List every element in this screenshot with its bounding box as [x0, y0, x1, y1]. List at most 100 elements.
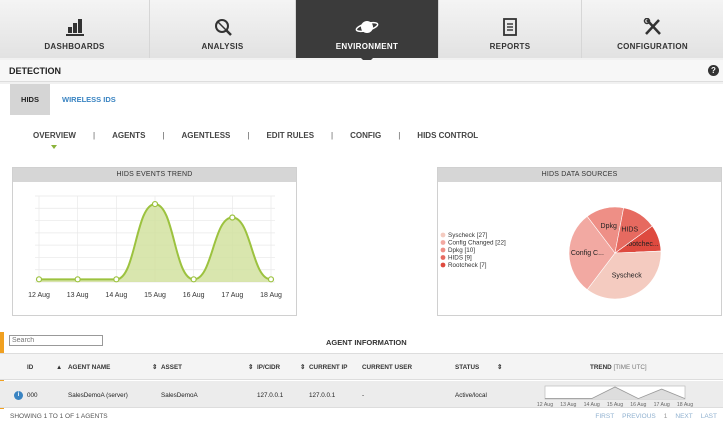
nav-dashboards[interactable]: DASHBOARDS: [0, 0, 150, 58]
nav-label: CONFIGURATION: [617, 42, 688, 51]
sort-icon[interactable]: ⇕: [152, 364, 157, 371]
trend-sparkline: 12 Aug 13 Aug 14 Aug 15 Aug 16 Aug 17 Aug 18 A…: [537, 385, 693, 407]
legend-entry: Syscheck [27]: [448, 232, 487, 239]
nav-environment[interactable]: ENVIRONMENT: [296, 0, 439, 64]
legend-swatch: [440, 255, 446, 260]
legend-entry: HIDS [9]: [448, 255, 472, 262]
legend-swatch: [440, 232, 446, 238]
legend-entry: Dpkg [10]: [448, 247, 475, 254]
pagination: FIRST PREVIOUS 1 NEXT LAST: [595, 413, 717, 420]
planet-icon: [355, 21, 379, 33]
col-trend: TREND [TIME UTC]: [590, 364, 647, 371]
pager-previous[interactable]: PREVIOUS: [622, 413, 656, 420]
sort-icon[interactable]: ▲: [56, 364, 62, 371]
pager-next[interactable]: NEXT: [675, 413, 692, 420]
nav-label: ENVIRONMENT: [335, 42, 399, 51]
trend-point: [190, 276, 197, 283]
hids-nav-agentless[interactable]: AGENTLESS: [181, 131, 230, 140]
nav-configuration[interactable]: CONFIGURATION: [582, 0, 723, 58]
slice-label: Syscheck: [612, 272, 642, 279]
page-title: DETECTION: [9, 66, 62, 76]
cell-asset: SalesDemoA: [161, 392, 198, 399]
hids-nav-agents[interactable]: AGENTS: [112, 131, 145, 140]
x-tick-label: 15 Aug: [144, 292, 166, 299]
pager-page[interactable]: 1: [664, 413, 668, 420]
col-current-user[interactable]: CURRENT USER: [362, 364, 412, 371]
cell-status: Active/local: [455, 392, 487, 399]
nav-analysis[interactable]: ANALYSIS: [150, 0, 296, 58]
magnifier-icon: [214, 19, 232, 36]
bar-chart-icon: [65, 19, 84, 36]
x-tick-label: 13 Aug: [67, 292, 89, 299]
top-navigation: DASHBOARDS ANALYSIS ENVIRONMENT REPORTS: [0, 0, 723, 64]
search-input[interactable]: [9, 335, 103, 346]
cell-current-ip: 127.0.0.1: [309, 392, 336, 399]
separator: |: [398, 131, 401, 140]
subtabs: HIDS WIRELESS IDS: [0, 84, 723, 115]
agent-info-title: AGENT INFORMATION: [326, 338, 407, 347]
help-icon[interactable]: ?: [708, 65, 719, 76]
cell-agent-name: SalesDemoA (server): [68, 392, 128, 399]
hids-nav-edit-rules[interactable]: EDIT RULES: [266, 131, 314, 140]
separator: |: [92, 131, 96, 140]
separator: |: [162, 131, 165, 140]
x-tick-label: 14 Aug: [105, 292, 127, 299]
hids-nav-overview[interactable]: OVERVIEW: [33, 131, 76, 149]
tab-wireless-ids[interactable]: WIRELESS IDS: [62, 84, 116, 115]
col-status[interactable]: STATUS: [455, 364, 479, 371]
slice-label: Config C...: [571, 250, 604, 257]
trend-point: [151, 200, 159, 208]
slice-label: Dpkg: [601, 223, 617, 230]
cell-id: 000: [27, 392, 38, 399]
col-trend-label: TREND: [590, 364, 612, 371]
table-row[interactable]: i 000 SalesDemoA (server) SalesDemoA 127…: [0, 381, 723, 408]
data-sources-widget: HIDS DATA SOURCES Rootchec... Syscheck Con…: [437, 167, 722, 316]
x-tick-label: 12 Aug: [28, 292, 50, 299]
sort-icon[interactable]: ⇕: [300, 364, 305, 371]
sparkline-tick-label: 14 Aug: [584, 402, 600, 407]
info-icon[interactable]: i: [14, 391, 23, 400]
events-trend-chart: 12 Aug 13 Aug 14 Aug 15 Aug 16 Aug 17 Aug 18 A…: [28, 195, 282, 299]
cell-current-user: -: [362, 392, 365, 399]
section-header: DETECTION ?: [0, 60, 723, 82]
col-asset[interactable]: ASSET: [161, 364, 182, 371]
col-ip-cidr[interactable]: IP/CIDR: [257, 364, 280, 371]
col-id[interactable]: ID: [27, 364, 33, 371]
nav-reports[interactable]: REPORTS: [439, 0, 582, 58]
legend-entry: Rootcheck [7]: [448, 262, 487, 269]
sort-icon[interactable]: ⇕: [248, 364, 253, 371]
hids-nav-hids-control[interactable]: HIDS CONTROL: [417, 131, 478, 140]
tab-hids[interactable]: HIDS: [10, 84, 50, 115]
trend-point: [74, 276, 81, 283]
col-current-ip[interactable]: CURRENT IP: [309, 364, 347, 371]
events-trend-widget: HIDS EVENTS TREND 12 Aug 13 Aug 14 Aug 15 A…: [12, 167, 297, 316]
separator: |: [331, 131, 334, 140]
sparkline-tick-label: 17 Aug: [654, 402, 670, 407]
hids-nav-config[interactable]: CONFIG: [350, 131, 381, 140]
trend-area: [39, 204, 271, 282]
trend-point: [113, 276, 120, 283]
cell-ip-cidr: 127.0.0.1: [257, 392, 284, 399]
document-icon: [503, 18, 517, 36]
x-tick-label: 17 Aug: [221, 292, 243, 299]
sort-icon[interactable]: ⇕: [497, 364, 502, 371]
col-agent-name[interactable]: AGENT NAME: [68, 364, 110, 371]
col-trend-unit: [TIME UTC]: [613, 364, 647, 371]
showing-count: SHOWING 1 TO 1 OF 1 AGENTS: [10, 413, 108, 420]
nav-label: DASHBOARDS: [44, 42, 105, 51]
x-tick-label: 16 Aug: [183, 292, 205, 299]
pager-last[interactable]: LAST: [701, 413, 717, 420]
table-header: ID ▲ AGENT NAME ⇕ ASSET ⇕ IP/CIDR ⇕ CURR…: [0, 353, 723, 380]
nav-label: ANALYSIS: [201, 42, 244, 51]
sparkline-tick-label: 15 Aug: [607, 402, 623, 407]
legend-entry: Config Changed [22]: [448, 240, 506, 247]
legend-swatch: [440, 262, 446, 268]
widget-title: HIDS DATA SOURCES: [438, 168, 721, 182]
hids-nav: OVERVIEW | AGENTS | AGENTLESS | EDIT RUL…: [33, 131, 478, 149]
legend-swatch: [440, 240, 446, 245]
trend-point: [35, 276, 43, 283]
pager-first[interactable]: FIRST: [595, 413, 614, 420]
separator: |: [247, 131, 250, 140]
legend-swatch: [440, 247, 446, 253]
x-tick-label: 18 Aug: [260, 292, 282, 299]
